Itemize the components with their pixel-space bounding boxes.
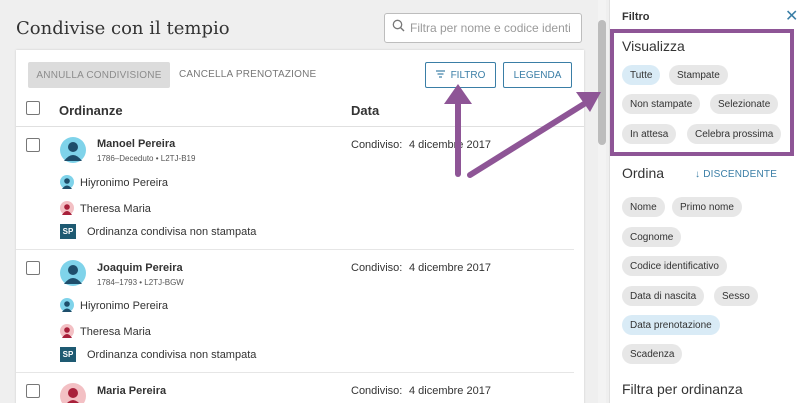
sort-chip-deadline[interactable]: Scadenza: [622, 344, 683, 364]
row-divider: [16, 249, 574, 250]
row-checkbox[interactable]: [26, 138, 40, 152]
person-meta: 1784–1793 • L2TJ-BGW: [97, 278, 184, 287]
filter-button[interactable]: FILTRO: [425, 62, 496, 88]
unshare-button[interactable]: ANNULLA CONDIVISIONE: [28, 62, 170, 88]
status-text: Ordinanza condivisa non stampata: [87, 225, 257, 238]
male-avatar-icon[interactable]: [60, 260, 86, 286]
row-checkbox[interactable]: [26, 261, 40, 275]
column-header-ordinances[interactable]: Ordinanze: [59, 103, 123, 118]
relative-name: Theresa Maria: [80, 203, 151, 215]
arrow-down-icon: ↓: [695, 169, 701, 180]
filter-button-label: FILTRO: [450, 69, 486, 81]
status-badge: SP: [60, 224, 76, 239]
relative-item[interactable]: Theresa Maria: [60, 201, 151, 217]
shared-date: 4 dicembre 2017: [409, 385, 491, 397]
filter-icon: [435, 69, 445, 81]
cancel-reservation-button[interactable]: CANCELLA PRENOTAZIONE: [179, 69, 316, 80]
row-divider: [16, 372, 574, 373]
column-header-date[interactable]: Data: [351, 103, 379, 118]
relative-name: Hiyronimo Pereira: [80, 177, 169, 189]
female-person-icon: [60, 324, 74, 340]
header-divider: [16, 126, 584, 127]
sort-chip-surname[interactable]: Cognome: [622, 227, 682, 247]
relative-item[interactable]: Hiyronimo Pereira: [60, 298, 168, 314]
sort-chip-birth-date[interactable]: Data di nascita: [622, 286, 705, 306]
shared-date: 4 dicembre 2017: [409, 139, 491, 151]
close-icon[interactable]: ✕: [785, 6, 798, 26]
search-input[interactable]: [410, 21, 575, 35]
shared-label: Condiviso:: [351, 139, 403, 151]
person-name[interactable]: Maria Pereira: [97, 385, 166, 397]
male-person-icon: [60, 175, 74, 191]
scrollbar-thumb[interactable]: [598, 20, 606, 145]
sort-direction-button[interactable]: ↓ DISCENDENTE: [695, 169, 777, 180]
status-badge: SP: [60, 347, 76, 362]
sort-chip-id[interactable]: Codice identificativo: [622, 256, 727, 276]
male-person-icon: [60, 298, 74, 314]
relative-name: Hiyronimo Pereira: [80, 300, 169, 312]
sort-chip-first-name[interactable]: Primo nome: [672, 197, 742, 217]
female-avatar-icon[interactable]: [60, 383, 86, 403]
status-item: SP Ordinanza condivisa non stampata: [60, 224, 256, 239]
shared-date: 4 dicembre 2017: [409, 262, 491, 274]
status-text: Ordinanza condivisa non stampata: [87, 348, 257, 361]
sort-direction-label: DISCENDENTE: [703, 169, 778, 180]
panel-title: Filtro: [622, 11, 650, 23]
person-name[interactable]: Manoel Pereira: [97, 138, 175, 150]
relative-name: Theresa Maria: [80, 326, 151, 338]
sort-chip-sex[interactable]: Sesso: [714, 286, 758, 306]
row-checkbox[interactable]: [26, 384, 40, 398]
sort-chip-reservation-date[interactable]: Data prenotazione: [622, 315, 720, 335]
page-title: Condivise con il tempio: [16, 18, 230, 39]
shared-label: Condiviso:: [351, 262, 403, 274]
status-item: SP Ordinanza condivisa non stampata: [60, 347, 256, 362]
sort-chip-name[interactable]: Nome: [622, 197, 665, 217]
sort-section-title: Ordina: [622, 165, 665, 181]
relative-item[interactable]: Theresa Maria: [60, 324, 151, 340]
person-meta: 1786–Deceduto • L2TJ-B19: [97, 154, 196, 163]
select-all-checkbox[interactable]: [26, 101, 40, 115]
shared-ordinances-card: ANNULLA CONDIVISIONE CANCELLA PRENOTAZIO…: [16, 50, 584, 403]
filter-by-ordinance-title: Filtra per ordinanza: [622, 381, 743, 397]
female-person-icon: [60, 201, 74, 217]
search-icon: [392, 19, 405, 37]
highlight-box: [610, 29, 794, 156]
shared-label: Condiviso:: [351, 385, 403, 397]
person-name[interactable]: Joaquim Pereira: [97, 262, 183, 274]
search-box[interactable]: [384, 13, 582, 43]
relative-item[interactable]: Hiyronimo Pereira: [60, 175, 168, 191]
male-avatar-icon[interactable]: [60, 137, 86, 163]
legend-button[interactable]: LEGENDA: [503, 62, 572, 88]
